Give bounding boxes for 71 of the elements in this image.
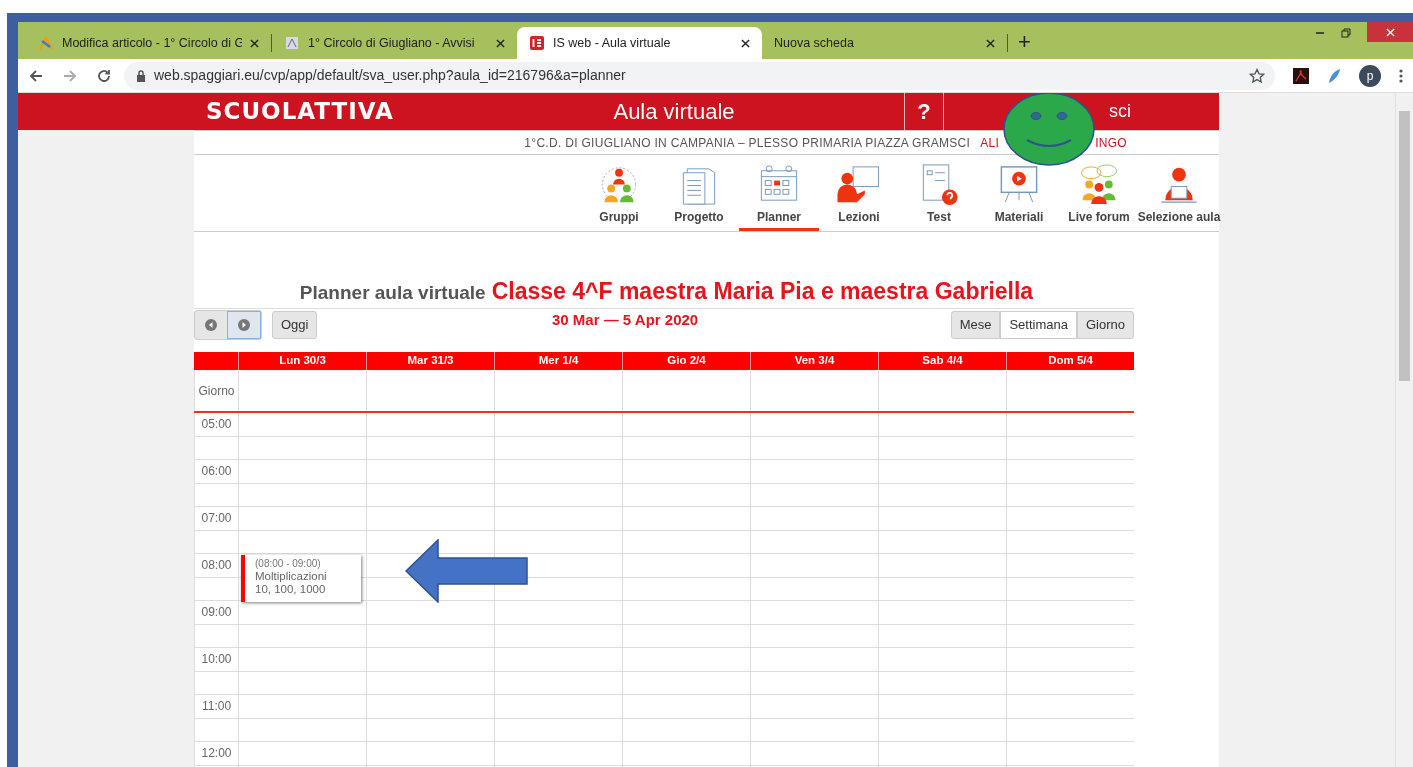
feather-extension-icon[interactable] bbox=[1327, 67, 1341, 84]
nav-tab[interactable]: Gruppi bbox=[599, 208, 639, 231]
tab-favicon-icon bbox=[284, 35, 300, 51]
tab-favicon-icon bbox=[38, 35, 54, 51]
day-header: Lun 30/3 bbox=[279, 353, 326, 369]
tab-title: Nuova scheda bbox=[774, 34, 855, 52]
time-label: 08:00 bbox=[201, 557, 232, 575]
address-bar[interactable]: web.spaggiari.eu/cvp/app/default/sva_user.php?aula_id=216796&a=planner bbox=[124, 61, 1275, 90]
event-time: (08:00 - 09:00) bbox=[255, 558, 322, 570]
user-name[interactable]: INGO bbox=[1095, 133, 1127, 152]
close-icon[interactable] bbox=[986, 38, 995, 48]
day-header: Mer 1/4 bbox=[538, 353, 579, 369]
restore-icon[interactable] bbox=[1341, 28, 1351, 38]
previous-icon bbox=[205, 318, 217, 331]
header-title: Aula virtuale bbox=[612, 98, 736, 126]
nav-tab[interactable]: Progetto bbox=[674, 208, 724, 231]
reload-icon[interactable] bbox=[96, 67, 112, 84]
user-name[interactable]: ALI bbox=[980, 133, 1000, 152]
profile-avatar[interactable]: p bbox=[1359, 64, 1381, 87]
close-window-button[interactable] bbox=[1367, 22, 1413, 42]
today-button[interactable]: Oggi bbox=[272, 310, 318, 339]
time-label: 11:00 bbox=[201, 698, 232, 716]
day-header: Gio 2/4 bbox=[667, 353, 706, 369]
nav-tab[interactable]: Planner bbox=[739, 208, 819, 231]
nav-tab[interactable]: Selezione aula bbox=[1137, 208, 1221, 231]
close-icon bbox=[1385, 27, 1395, 37]
new-tab-button[interactable]: + bbox=[1018, 27, 1031, 57]
day-header: Sab 4/4 bbox=[922, 353, 963, 369]
time-label: 12:00 bbox=[201, 745, 232, 763]
planner-title: Planner aula virtuale bbox=[299, 281, 486, 305]
browser-tab[interactable]: Nuova scheda bbox=[762, 27, 1007, 59]
browser-tab[interactable]: IS web - Aula virtuale bbox=[517, 27, 762, 59]
next-button[interactable] bbox=[227, 310, 261, 339]
time-label: 05:00 bbox=[201, 416, 232, 434]
next-icon bbox=[238, 318, 250, 331]
close-icon[interactable] bbox=[741, 38, 750, 48]
close-icon[interactable] bbox=[250, 38, 259, 48]
exit-link[interactable]: sci bbox=[1109, 98, 1131, 125]
nav-tab[interactable]: Materiali bbox=[994, 208, 1044, 231]
time-label: 10:00 bbox=[201, 651, 232, 669]
date-range: 30 Mar — 5 Apr 2020 bbox=[552, 310, 699, 330]
time-label: 06:00 bbox=[201, 463, 232, 481]
class-title: Classe 4^F maestra Maria Pia e maestra Gabriella bbox=[491, 277, 1034, 306]
tab-favicon-icon bbox=[529, 35, 545, 51]
all-day-label: Giorno bbox=[198, 382, 235, 400]
help-button[interactable]: ? bbox=[917, 95, 931, 128]
event-title: 10, 100, 1000 bbox=[255, 583, 327, 596]
tab-title: 1° Circolo di Giugliano - Avvisi bbox=[308, 34, 476, 52]
view-tab[interactable]: Settimana bbox=[1000, 310, 1077, 339]
url-text: web.spaggiari.eu/cvp/app/default/sva_user.php?aula_id=216796&a=planner bbox=[154, 66, 627, 85]
close-icon[interactable] bbox=[496, 38, 505, 48]
day-header: Dom 5/4 bbox=[1048, 353, 1093, 369]
scrollbar[interactable] bbox=[1395, 93, 1413, 767]
star-icon[interactable] bbox=[1249, 67, 1265, 84]
logo-text: SCUOLATTIVA bbox=[205, 97, 395, 127]
lock-icon bbox=[136, 69, 146, 82]
browser-tab[interactable]: 1° Circolo di Giugliano - Avvisi bbox=[272, 27, 517, 59]
nav-tab[interactable]: Live forum bbox=[1068, 208, 1130, 231]
time-label: 09:00 bbox=[201, 604, 232, 622]
nav-tab[interactable]: Test bbox=[927, 208, 951, 231]
event-title: Moltiplicazioni bbox=[255, 570, 328, 583]
tab-title: IS web - Aula virtuale bbox=[553, 34, 672, 52]
menu-icon[interactable] bbox=[1399, 68, 1403, 83]
day-header: Mar 31/3 bbox=[407, 353, 454, 369]
nav-tab[interactable]: Lezioni bbox=[838, 208, 880, 231]
time-label: 07:00 bbox=[201, 510, 232, 528]
pdf-extension-icon[interactable] bbox=[1293, 67, 1309, 84]
calendar-event[interactable]: (08:00 - 09:00) Moltiplicazioni 10, 100, 1000 bbox=[241, 555, 361, 602]
back-icon[interactable] bbox=[28, 67, 44, 84]
school-name: 1°C.D. DI GIUGLIANO IN CAMPANIA – PLESSO PRIMARIA PIAZZA GRAMSCI bbox=[524, 134, 971, 152]
day-header: Ven 3/4 bbox=[794, 353, 835, 369]
